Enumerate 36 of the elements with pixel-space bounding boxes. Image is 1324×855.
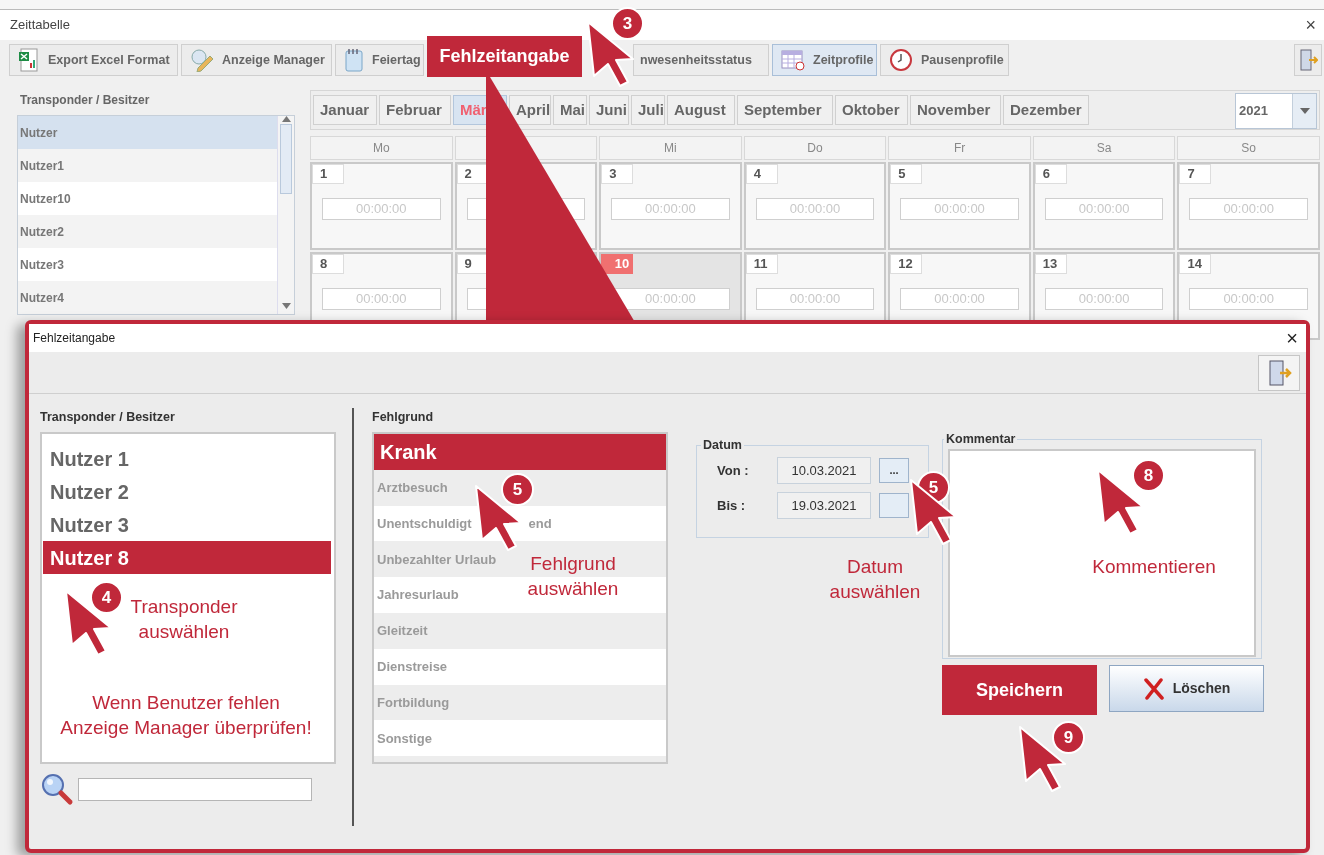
callout-label: Fehlzeitangabe [427,36,582,77]
weekday-header: Fr [888,136,1031,160]
group-title: Kommentar [945,431,1017,448]
panel-title: Transponder / Besitzer [19,92,151,109]
day-number: 3 [601,164,634,184]
day-number: 10 [601,254,634,274]
day-number: 8 [312,254,344,274]
weekday-header: Mo [310,136,453,160]
window-title: Zeittabelle [10,16,70,35]
day-number: 5 [890,164,923,184]
weekday-header: Sa [1032,136,1176,160]
day-number: 2 [456,164,489,184]
list-item-text: end [528,514,552,533]
day-number: 13 [1034,254,1067,274]
weekday-header: So [1177,136,1320,160]
day-number: 11 [745,254,778,274]
field-label: Bis : [716,496,747,515]
instruction-text: Transponder auswählen [129,595,239,644]
day-number: 14 [1179,254,1212,274]
weekday-header: Mi [599,136,742,160]
field-label: Von : [716,461,750,480]
weekday-header: Do [743,136,887,160]
day-number: 6 [1034,164,1067,184]
day-number: 4 [745,164,778,184]
day-number: 12 [890,254,923,274]
day-number: 9 [456,254,489,274]
dialog-title: Fehlzeitangabe [33,330,116,347]
panel-title: Transponder / Besitzer [40,409,176,426]
instruction-text: Kommentieren [1091,555,1217,579]
group-title: Datum [702,437,743,454]
instruction-text: Fehlgrund auswählen [526,552,620,601]
panel-title: Fehlgrund [372,409,435,426]
instruction-text: Datum auswählen [828,555,922,604]
instruction-text: Wenn Benutzer fehlen Anzeige Manager überprüfen! [59,691,313,740]
day-number: 7 [1179,164,1212,184]
day-number: 1 [312,164,344,184]
